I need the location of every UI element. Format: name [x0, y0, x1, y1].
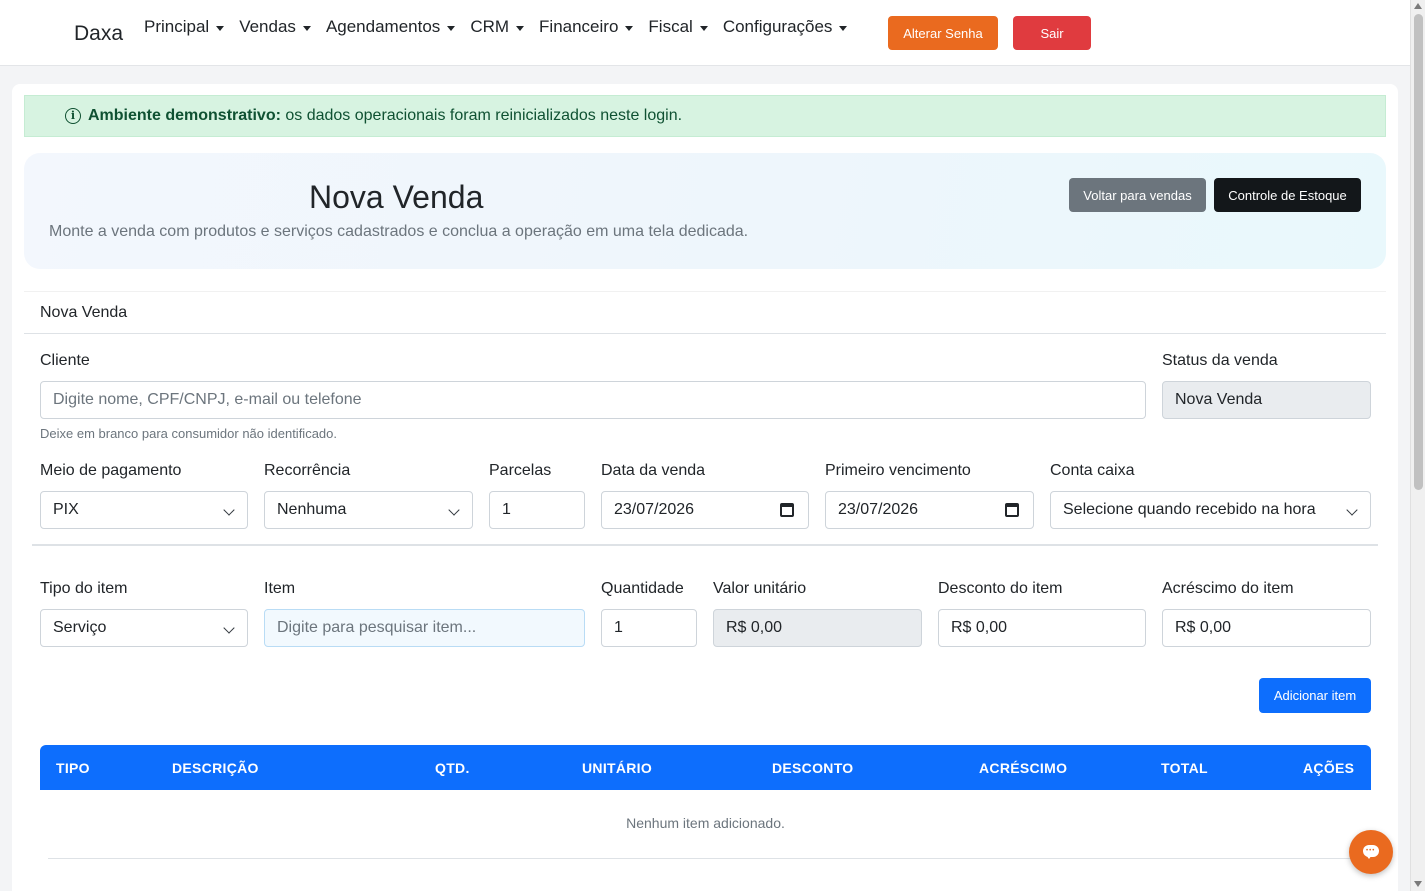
col-acrescimo: ACRÉSCIMO	[979, 760, 1068, 776]
page-subtitle: Monte a venda com produtos e serviços ca…	[49, 223, 749, 240]
cliente-help-text: Deixe em branco para consumidor não iden…	[40, 426, 338, 441]
demo-alert: i Ambiente demonstrativo: os dados opera…	[24, 95, 1386, 137]
form-divider	[32, 544, 1378, 546]
vencimento-label: Primeiro vencimento	[825, 462, 971, 479]
stock-control-button[interactable]: Controle de Estoque	[1214, 178, 1361, 212]
menu-financeiro[interactable]: Financeiro	[539, 17, 634, 37]
desconto-input[interactable]: R$ 0,00	[938, 609, 1146, 647]
menu-agendamentos[interactable]: Agendamentos	[325, 17, 456, 37]
menu-fiscal[interactable]: Fiscal	[648, 17, 708, 37]
page-scrollbar[interactable]	[1410, 0, 1425, 891]
caret-down-icon	[625, 25, 634, 31]
logout-button[interactable]: Sair	[1013, 16, 1091, 50]
col-descricao: DESCRIÇÃO	[172, 760, 259, 776]
col-tipo: TIPO	[56, 760, 90, 776]
cliente-search-input[interactable]: Digite nome, CPF/CNPJ, e-mail ou telefon…	[40, 381, 1146, 419]
chevron-down-icon	[223, 622, 235, 634]
recorrencia-select[interactable]: Nenhuma	[264, 491, 473, 529]
section-header: Nova Venda	[24, 291, 1386, 334]
add-item-button[interactable]: Adicionar item	[1259, 678, 1371, 713]
acrescimo-label: Acréscimo do item	[1162, 580, 1294, 597]
cliente-label: Cliente	[40, 352, 90, 369]
quantidade-input[interactable]: 1	[601, 609, 697, 647]
menu-crm[interactable]: CRM	[470, 17, 525, 37]
calendar-icon[interactable]	[780, 503, 794, 517]
chevron-down-icon	[448, 504, 460, 516]
caret-down-icon	[516, 25, 525, 31]
data-venda-value: 23/07/2026	[614, 501, 695, 518]
valor-unitario-field: R$ 0,00	[713, 609, 922, 647]
alert-strong: Ambiente demonstrativo:	[88, 107, 281, 124]
col-unitario: UNITÁRIO	[582, 760, 653, 776]
main-menu: Principal Vendas Agendamentos CRM Financ…	[144, 17, 862, 37]
section-title: Nova Venda	[40, 304, 128, 321]
caret-down-icon	[447, 25, 456, 31]
menu-agendamentos-label: Agendamentos	[325, 17, 441, 36]
tipo-item-select[interactable]: Serviço	[40, 609, 248, 647]
col-total: TOTAL	[1161, 760, 1208, 776]
conta-caixa-select[interactable]: Selecione quando recebido na hora	[1050, 491, 1371, 529]
menu-configuracoes-label: Configurações	[722, 17, 833, 36]
col-qtd: QTD.	[435, 760, 470, 776]
item-label: Item	[264, 580, 296, 597]
recorrencia-value: Nenhuma	[277, 501, 347, 518]
status-field: Nova Venda	[1162, 381, 1371, 419]
menu-financeiro-label: Financeiro	[539, 17, 619, 36]
caret-down-icon	[699, 25, 708, 31]
conta-caixa-label: Conta caixa	[1050, 462, 1135, 479]
top-navbar: Daxa Principal Vendas Agendamentos CRM F…	[0, 0, 1410, 66]
data-venda-label: Data da venda	[601, 462, 706, 479]
vencimento-value: 23/07/2026	[838, 501, 919, 518]
scroll-down-arrow-icon[interactable]	[1414, 881, 1422, 887]
conta-caixa-value: Selecione quando recebido na hora	[1063, 501, 1316, 518]
menu-configuracoes[interactable]: Configurações	[723, 17, 848, 37]
col-desconto: DESCONTO	[772, 760, 854, 776]
back-to-sales-button[interactable]: Voltar para vendas	[1069, 178, 1206, 212]
valor-unitario-label: Valor unitário	[713, 580, 807, 597]
parcelas-input[interactable]: 1	[489, 491, 585, 529]
pagamento-label: Meio de pagamento	[40, 462, 182, 479]
menu-vendas-label: Vendas	[239, 17, 296, 36]
caret-down-icon	[216, 25, 225, 31]
menu-crm-label: CRM	[470, 17, 510, 36]
chevron-down-icon	[1346, 504, 1358, 516]
acrescimo-input[interactable]: R$ 0,00	[1162, 609, 1371, 647]
vencimento-input[interactable]: 23/07/2026	[825, 491, 1034, 529]
data-venda-input[interactable]: 23/07/2026	[601, 491, 809, 529]
tipo-item-value: Serviço	[53, 619, 107, 636]
page-title: Nova Venda	[309, 179, 484, 215]
hero-panel: Nova Venda Monte a venda com produtos e …	[24, 153, 1386, 269]
menu-vendas[interactable]: Vendas	[239, 17, 311, 37]
chevron-down-icon	[223, 504, 235, 516]
item-search-input[interactable]: Digite para pesquisar item...	[264, 609, 585, 647]
alert-message: os dados operacionais foram reinicializa…	[280, 107, 683, 124]
tipo-item-label: Tipo do item	[40, 580, 128, 597]
pagamento-value: PIX	[53, 501, 79, 518]
col-acoes: AÇÕES	[1303, 760, 1355, 776]
change-password-button[interactable]: Alterar Senha	[888, 16, 998, 50]
empty-table-message: Nenhum item adicionado.	[626, 815, 785, 831]
caret-down-icon	[302, 25, 311, 31]
info-icon: i	[65, 108, 81, 124]
pagamento-select[interactable]: PIX	[40, 491, 248, 529]
menu-principal-label: Principal	[144, 17, 210, 36]
caret-down-icon	[839, 25, 848, 31]
scroll-thumb[interactable]	[1414, 14, 1423, 490]
items-table-header: TIPO DESCRIÇÃO QTD. UNITÁRIO DESCONTO AC…	[40, 745, 1371, 790]
chat-button[interactable]: •••	[1349, 830, 1393, 874]
parcelas-label: Parcelas	[489, 462, 552, 479]
quantidade-label: Quantidade	[601, 580, 684, 597]
alert-text: Ambiente demonstrativo: os dados operaci…	[88, 107, 682, 125]
chat-bubble-icon: •••	[1363, 845, 1379, 859]
calendar-icon[interactable]	[1005, 503, 1019, 517]
table-row-divider	[48, 858, 1370, 859]
desconto-label: Desconto do item	[938, 580, 1063, 597]
menu-principal[interactable]: Principal	[144, 17, 225, 37]
scroll-up-arrow-icon[interactable]	[1414, 3, 1422, 9]
status-label: Status da venda	[1162, 352, 1278, 369]
menu-fiscal-label: Fiscal	[648, 17, 693, 36]
recorrencia-label: Recorrência	[264, 462, 351, 479]
brand-logo[interactable]: Daxa	[74, 22, 123, 46]
